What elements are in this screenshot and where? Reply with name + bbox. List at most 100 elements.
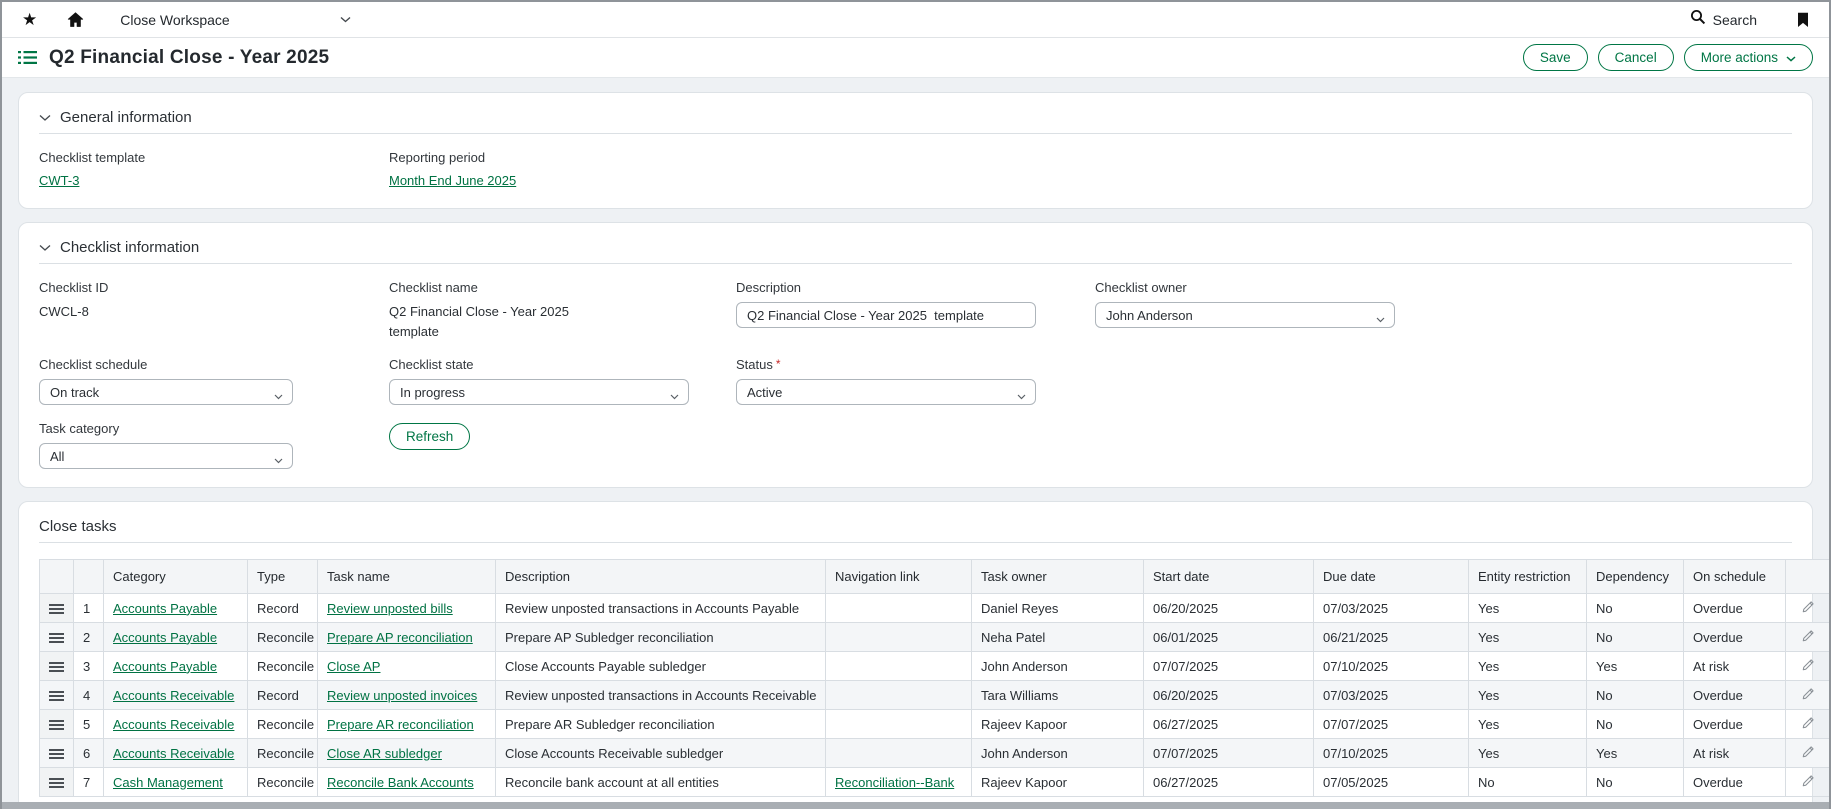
task-name-link[interactable]: Close AR subledger (318, 739, 496, 768)
category-link[interactable]: Accounts Receivable (113, 688, 234, 703)
category-link[interactable]: Accounts Receivable (113, 717, 234, 732)
category-link[interactable]: Accounts Payable (104, 594, 248, 623)
save-button[interactable]: Save (1523, 44, 1588, 71)
category-link[interactable]: Accounts Payable (113, 659, 217, 674)
task-name-link[interactable]: Review unposted invoices (327, 688, 477, 703)
task-name-link[interactable]: Prepare AP reconciliation (318, 623, 496, 652)
home-icon[interactable] (67, 12, 84, 28)
category-link[interactable]: Accounts Receivable (104, 739, 248, 768)
edit-task-button[interactable] (1786, 768, 1830, 797)
pencil-icon (1801, 689, 1815, 704)
drag-handle-icon[interactable] (40, 623, 74, 652)
task-name-link[interactable]: Close AP (327, 659, 380, 674)
task-category-select[interactable]: All (39, 443, 293, 469)
pencil-icon (1801, 660, 1815, 675)
category-link[interactable]: Accounts Receivable (104, 681, 248, 710)
on-schedule-status: At risk (1684, 739, 1786, 768)
task-description: Prepare AR Subledger reconciliation (496, 710, 826, 739)
checklist-list-icon[interactable] (18, 50, 37, 65)
status-select[interactable]: Active (736, 379, 1036, 405)
drag-handle-icon[interactable] (40, 768, 74, 797)
task-description: Close Accounts Receivable subledger (496, 739, 826, 768)
on-schedule-status: Overdue (1684, 623, 1786, 652)
dependency: No (1587, 710, 1684, 739)
drag-handle-icon[interactable] (40, 710, 74, 739)
reporting-period-link[interactable]: Month End June 2025 (389, 173, 516, 188)
status-field: Status* Active (736, 357, 1095, 405)
cancel-button[interactable]: Cancel (1598, 44, 1674, 71)
bookmark-icon[interactable] (1797, 12, 1809, 28)
task-name-link[interactable]: Close AP (318, 652, 496, 681)
checklist-information-header[interactable]: Checklist information (39, 235, 1792, 264)
task-name-link[interactable]: Prepare AR reconciliation (327, 717, 474, 732)
on-schedule-status: Overdue (1684, 681, 1786, 710)
column-header-due-date: Due date (1314, 560, 1469, 594)
dependency: No (1587, 594, 1684, 623)
dependency: No (1587, 681, 1684, 710)
workspace-selector[interactable]: Close Workspace (120, 12, 350, 28)
general-information-header[interactable]: General information (39, 105, 1792, 134)
category-link[interactable]: Cash Management (104, 768, 248, 797)
category-link[interactable]: Accounts Payable (113, 630, 217, 645)
search-button[interactable]: Search (1690, 9, 1757, 30)
refresh-button-label: Refresh (406, 429, 453, 444)
pencil-icon (1801, 776, 1815, 791)
navigation-link[interactable]: Reconciliation--Bank (835, 775, 954, 790)
navigation-link[interactable]: Reconciliation--Bank (826, 768, 972, 797)
task-category-field: Task category All (39, 421, 389, 469)
search-label: Search (1713, 12, 1757, 28)
task-name-link[interactable]: Review unposted bills (318, 594, 496, 623)
checklist-template-link[interactable]: CWT-3 (39, 173, 79, 188)
edit-task-button[interactable] (1786, 710, 1830, 739)
row-number: 5 (74, 710, 104, 739)
section-collapse-icon (39, 244, 51, 252)
drag-handle-icon[interactable] (40, 594, 74, 623)
drag-handle-icon[interactable] (40, 652, 74, 681)
task-name-link[interactable]: Review unposted bills (327, 601, 453, 616)
favorite-star-icon[interactable]: ★ (22, 11, 37, 28)
edit-task-button[interactable] (1786, 623, 1830, 652)
entity-restriction: Yes (1469, 739, 1587, 768)
chevron-down-icon (1017, 388, 1026, 403)
refresh-button[interactable]: Refresh (389, 423, 470, 450)
section-title: Close tasks (39, 518, 117, 535)
chevron-down-icon (340, 16, 351, 23)
more-actions-button[interactable]: More actions (1684, 44, 1813, 71)
edit-task-button[interactable] (1786, 594, 1830, 623)
edit-task-button[interactable] (1786, 739, 1830, 768)
search-icon (1690, 9, 1706, 30)
category-link[interactable]: Accounts Receivable (104, 710, 248, 739)
entity-restriction: Yes (1469, 594, 1587, 623)
app-window: ★ Close Workspace Search (0, 0, 1831, 809)
category-link[interactable]: Accounts Payable (104, 652, 248, 681)
category-link[interactable]: Cash Management (113, 775, 223, 790)
task-name-link[interactable]: Close AR subledger (327, 746, 442, 761)
task-owner: John Anderson (972, 652, 1144, 681)
edit-task-button[interactable] (1786, 652, 1830, 681)
category-link[interactable]: Accounts Payable (113, 601, 217, 616)
checklist-name-field: Checklist name Q2 Financial Close - Year… (389, 280, 736, 341)
task-row: 6Accounts ReceivableReconcileClose AR su… (40, 739, 1830, 768)
task-name-link[interactable]: Review unposted invoices (318, 681, 496, 710)
checklist-template-label: Checklist template (39, 150, 389, 165)
description-input[interactable] (736, 302, 1036, 328)
drag-handle-icon[interactable] (40, 681, 74, 710)
task-description: Prepare AP Subledger reconciliation (496, 623, 826, 652)
category-link[interactable]: Accounts Payable (104, 623, 248, 652)
checklist-schedule-select[interactable]: On track (39, 379, 293, 405)
checklist-owner-select[interactable]: John Anderson (1095, 302, 1395, 328)
edit-task-button[interactable] (1786, 681, 1830, 710)
task-description: Review unposted transactions in Accounts… (496, 594, 826, 623)
task-name-link[interactable]: Reconcile Bank Accounts (318, 768, 496, 797)
category-link[interactable]: Accounts Receivable (113, 746, 234, 761)
task-owner: Rajeev Kapoor (972, 710, 1144, 739)
task-name-link[interactable]: Prepare AR reconciliation (318, 710, 496, 739)
window-bottom-edge (2, 802, 1829, 809)
start-date: 06/20/2025 (1144, 594, 1314, 623)
checklist-state-select[interactable]: In progress (389, 379, 689, 405)
drag-handle-icon[interactable] (40, 739, 74, 768)
task-name-link[interactable]: Prepare AP reconciliation (327, 630, 473, 645)
task-row: 7Cash ManagementReconcileReconcile Bank … (40, 768, 1830, 797)
task-name-link[interactable]: Reconcile Bank Accounts (327, 775, 474, 790)
task-row: 4Accounts ReceivableRecordReview unposte… (40, 681, 1830, 710)
